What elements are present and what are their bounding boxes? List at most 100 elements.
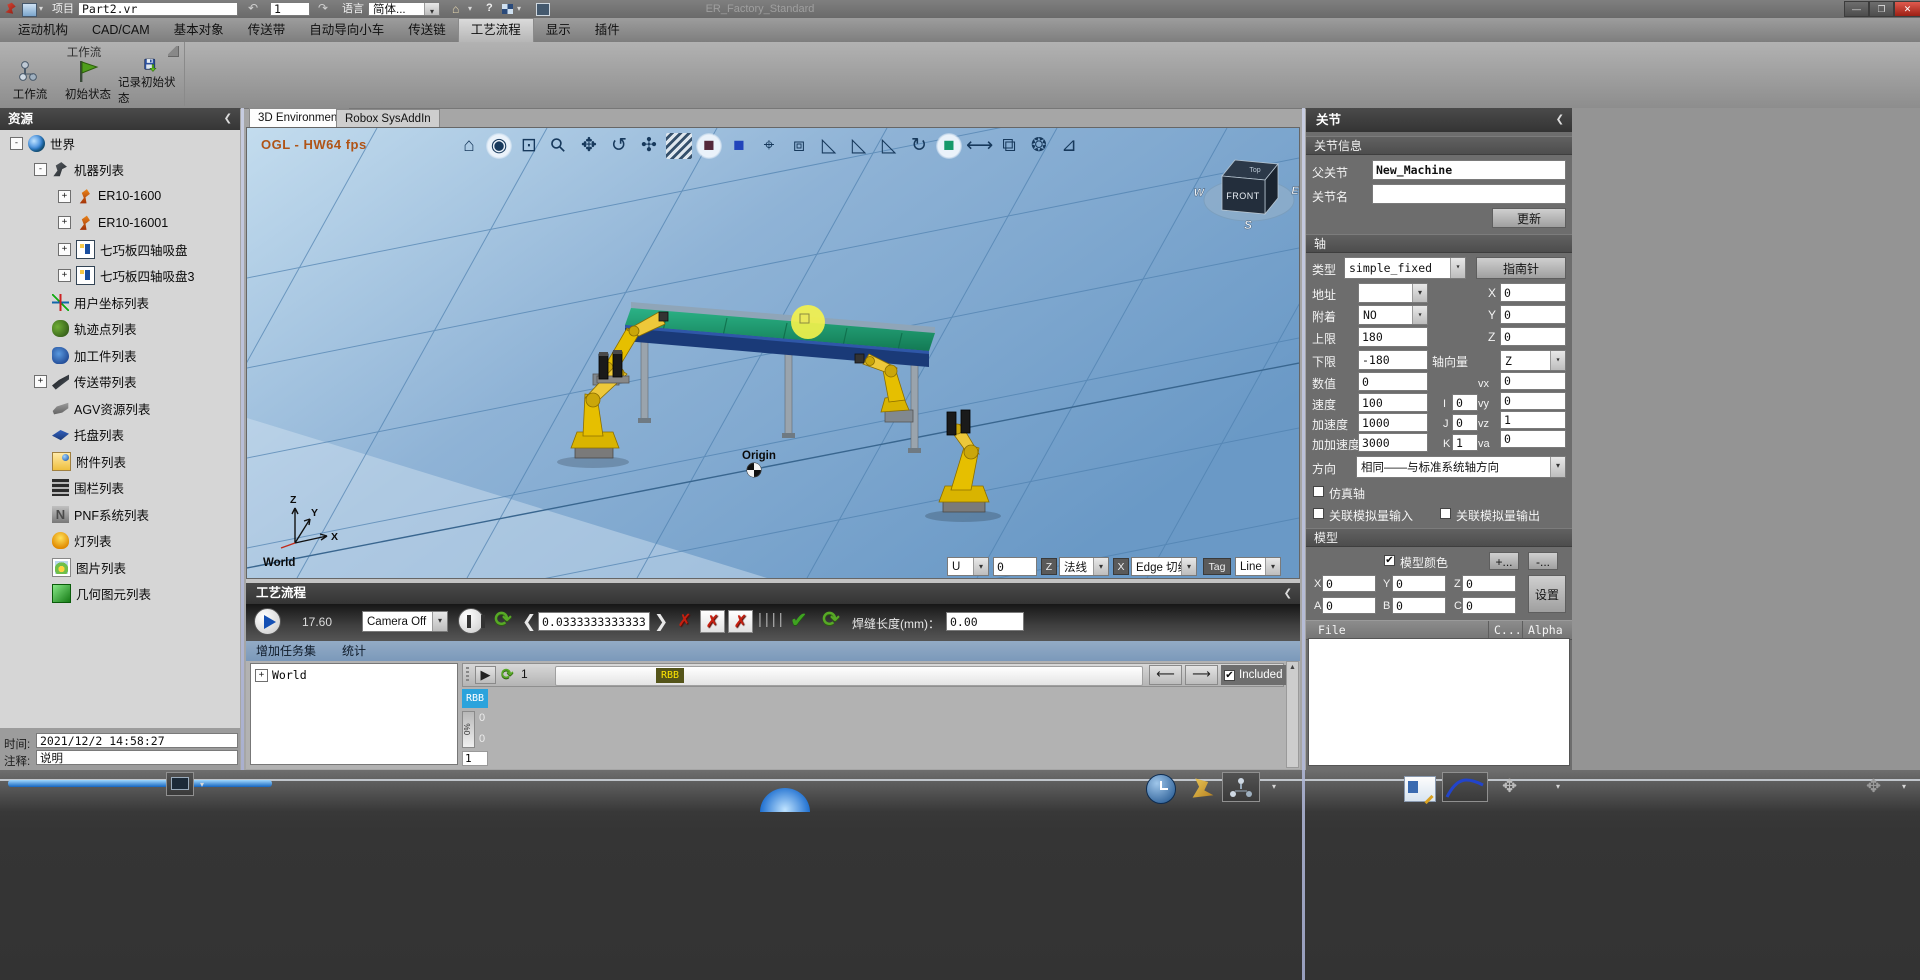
va-input[interactable]	[1500, 430, 1566, 448]
scroll-up-icon[interactable]: ▲	[1287, 662, 1298, 674]
address-select[interactable]	[1358, 283, 1428, 303]
step-forward-icon[interactable]: ❯	[654, 610, 668, 634]
panel-icon[interactable]	[536, 3, 550, 16]
collapse-panel-icon[interactable]	[1284, 583, 1292, 605]
dock-move-icon-2[interactable]: ✥	[1866, 776, 1881, 797]
tree-item[interactable]: 世界	[0, 130, 240, 157]
i-input[interactable]	[1452, 394, 1478, 411]
tree-item[interactable]: 围栏列表	[0, 475, 240, 502]
menu-item[interactable]: 基本对象	[162, 18, 236, 42]
tree-item[interactable]: 灯列表	[0, 528, 240, 555]
y-input[interactable]	[1500, 305, 1566, 324]
rotate-axis-icon[interactable]: ↻	[906, 133, 932, 159]
redo-icon[interactable]: ↷	[318, 1, 328, 15]
chevron-down-icon[interactable]	[1093, 558, 1108, 575]
parent-joint-input[interactable]	[1372, 160, 1566, 180]
shaded-display-icon[interactable]: ■	[696, 133, 722, 159]
timeline-track[interactable]: RBB	[555, 666, 1143, 686]
menu-item[interactable]: 插件	[583, 18, 632, 42]
move-left-button[interactable]: ⟵	[1149, 665, 1182, 685]
tree-expander[interactable]	[34, 375, 47, 388]
add-model-button[interactable]: +...	[1489, 552, 1519, 570]
analog-output-checkbox[interactable]	[1440, 508, 1451, 519]
line-select[interactable]: Line	[1235, 557, 1281, 576]
tab-robox-sysaddin[interactable]: Robox SysAddIn	[336, 109, 440, 127]
gauge-percent[interactable]: 0%	[462, 711, 475, 748]
menu-item[interactable]: 自动导向小车	[297, 18, 396, 42]
chevron-down-icon[interactable]	[1550, 457, 1565, 477]
chevron-down-icon[interactable]	[1412, 306, 1427, 324]
jerk-input[interactable]	[1358, 433, 1428, 452]
tree-expander[interactable]	[58, 243, 71, 256]
lower-limit-input[interactable]	[1358, 350, 1428, 370]
refresh-loop-button[interactable]	[490, 607, 516, 633]
time-input[interactable]	[36, 733, 238, 748]
tree-expander[interactable]	[58, 190, 71, 203]
tree-item[interactable]: 图片列表	[0, 554, 240, 581]
tree-expander[interactable]	[255, 669, 268, 682]
model-color-checkbox[interactable]	[1384, 555, 1395, 566]
remove-model-button[interactable]: -...	[1528, 552, 1558, 570]
maximize-button[interactable]	[1869, 1, 1894, 17]
tree-item[interactable]: 几何图元列表	[0, 581, 240, 608]
collapse-panel-icon[interactable]	[1556, 108, 1564, 132]
selection-highlight[interactable]	[791, 305, 825, 339]
tree-item[interactable]: AGV资源列表	[0, 395, 240, 422]
hatch-display-icon[interactable]: ▨	[666, 133, 692, 159]
track-refresh-icon[interactable]	[501, 662, 514, 688]
dock-workflow-icon[interactable]	[1222, 772, 1260, 802]
plane-xy-icon[interactable]: ◺	[816, 133, 842, 159]
chevron-down-icon[interactable]: ▾	[200, 776, 204, 794]
x-input[interactable]	[1500, 283, 1566, 302]
move-right-button[interactable]: ⟶	[1185, 665, 1218, 685]
rotate-view-icon[interactable]: ↺	[606, 133, 632, 159]
tab-3d-environment[interactable]: 3D Environment	[249, 108, 349, 127]
dialog-launcher-icon[interactable]	[168, 46, 179, 57]
value-input[interactable]	[1358, 372, 1428, 391]
initial-state-button[interactable]: 初始状态	[60, 58, 116, 106]
bounding-box-icon[interactable]: ⧈	[786, 133, 812, 159]
upper-limit-input[interactable]	[1358, 327, 1428, 347]
tree-item[interactable]: ER10-1600	[0, 183, 240, 210]
regenerate-button[interactable]	[818, 607, 844, 633]
chevron-down-icon[interactable]	[1181, 558, 1196, 575]
time-step-input[interactable]	[538, 612, 650, 631]
menu-item[interactable]: 传送带	[236, 18, 298, 42]
dock-orb-icon[interactable]	[760, 788, 810, 812]
dock-monitor-icon[interactable]	[166, 772, 194, 796]
minimize-button[interactable]	[1844, 1, 1869, 17]
chevron-down-icon[interactable]	[973, 558, 988, 575]
tree-item[interactable]: 传送带列表	[0, 369, 240, 396]
compass-button[interactable]: 指南针	[1476, 257, 1566, 279]
horizontal-scrollbar[interactable]	[8, 780, 272, 787]
tree-item[interactable]: 用户坐标列表	[0, 289, 240, 316]
menu-item[interactable]: CAD/CAM	[80, 18, 162, 42]
record-initial-state-button[interactable]: 记录初始状态	[118, 58, 182, 106]
tree-expander[interactable]	[34, 163, 47, 176]
center-target-icon[interactable]: ⌖	[756, 133, 782, 159]
process-tab[interactable]: 增加任务集	[256, 641, 316, 661]
track-play-button[interactable]: ▶	[475, 666, 496, 684]
close-button[interactable]	[1894, 1, 1920, 17]
delete-line-button[interactable]: ✗	[728, 610, 753, 633]
tree-expander[interactable]	[10, 137, 23, 150]
menu-item[interactable]: 工艺流程	[458, 18, 534, 42]
zoom-window-icon[interactable]: ⊡	[516, 133, 542, 159]
green-display-icon[interactable]: ■	[936, 133, 962, 159]
axis-u-select[interactable]: U	[947, 557, 989, 576]
zoom-icon[interactable]: ⚲	[541, 128, 578, 165]
tree-item[interactable]: ER10-16001	[0, 210, 240, 237]
undo-steps-input[interactable]	[270, 2, 310, 16]
right-splitter[interactable]	[1302, 108, 1305, 980]
plane-yz-icon[interactable]: ◺	[846, 133, 872, 159]
vx-input[interactable]	[1500, 372, 1566, 390]
confirm-button[interactable]	[790, 608, 808, 633]
solid-display-icon[interactable]: ■	[726, 133, 752, 159]
update-button[interactable]: 更新	[1492, 208, 1566, 228]
dock-clock-icon[interactable]	[1146, 774, 1176, 804]
chevron-down-icon[interactable]	[1265, 558, 1280, 575]
included-checkbox[interactable]	[1224, 670, 1235, 681]
acceleration-input[interactable]	[1358, 413, 1428, 432]
language-select[interactable]: 简体...	[368, 2, 440, 16]
j-input[interactable]	[1452, 414, 1478, 431]
